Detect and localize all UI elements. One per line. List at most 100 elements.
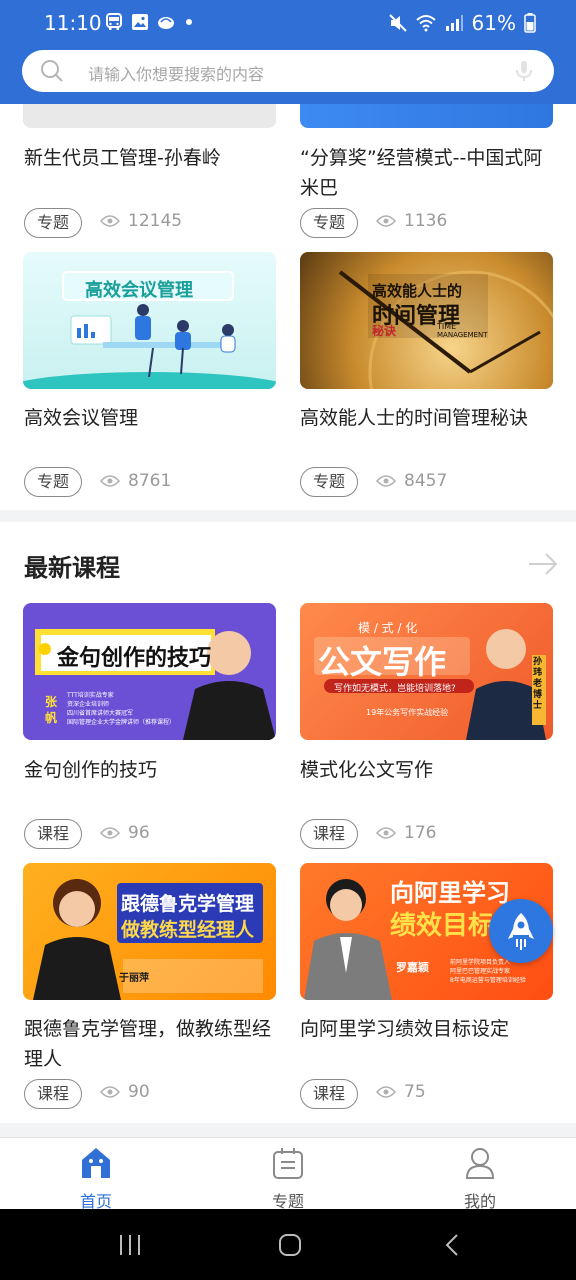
course-thumbnail-gongwen[interactable]: 模 / 式 / 化 公文写作 写作如无模式，岂能培训落地? 19年公务写作实战经…	[300, 603, 553, 740]
eye-icon	[376, 827, 396, 839]
thumbnail-line: 资深企业培训师	[67, 701, 110, 708]
view-count-value: 90	[128, 1082, 150, 1102]
bus-icon	[106, 13, 122, 30]
section-divider	[0, 1123, 576, 1137]
rocket-icon	[508, 913, 534, 950]
thumbnail-badge: 孙玮老博士	[533, 657, 543, 711]
course-thumbnail-jinju[interactable]: 金句创作的技巧 张 帆 TTT培训实战专家 资深企业培训师 四川省首席讲师大赛冠…	[23, 603, 276, 740]
card-thumbnail-meeting[interactable]: 高效会议管理	[23, 252, 276, 389]
thumbnail-caption-2: 公文写作	[318, 643, 447, 681]
thumbnail-caption-4: 19年公务写作实战经验	[366, 708, 449, 717]
view-count-value: 176	[404, 823, 437, 843]
search-icon	[41, 60, 63, 82]
thumbnail-name: 于丽萍	[119, 973, 149, 984]
view-count-value: 12145	[128, 211, 183, 231]
eye-icon	[376, 1086, 396, 1098]
nav-topic[interactable]: 专题	[192, 1138, 384, 1211]
back-to-top-button[interactable]	[489, 899, 553, 963]
view-count-value: 8761	[128, 471, 172, 491]
section-title-latest: 最新课程	[24, 554, 120, 582]
view-count-value: 75	[404, 1082, 426, 1102]
course-title[interactable]: 跟德鲁克学管理，做教练型经理人	[24, 1014, 277, 1074]
battery-percent: 61%	[471, 11, 516, 35]
card-thumbnail-time[interactable]: 高效能人士的 时间管理 秘诀 TIME MANAGEMENT	[300, 252, 553, 389]
mute-icon	[388, 14, 407, 32]
view-count: 1136	[376, 211, 447, 231]
tag-badge: 课程	[300, 1079, 359, 1109]
search-bar[interactable]: 请输入你想要搜索的内容	[22, 50, 554, 92]
tag-badge: 专题	[24, 467, 83, 497]
eye-icon	[100, 215, 120, 227]
eye-icon	[100, 475, 120, 487]
eye-icon	[100, 827, 120, 839]
thumbnail-caption-2: 做教练型经理人	[121, 919, 255, 941]
nav-home[interactable]: 首页	[0, 1138, 192, 1211]
eye-icon	[100, 1086, 120, 1098]
battery-icon	[524, 13, 536, 33]
arrow-right-icon[interactable]	[528, 552, 558, 576]
thumbnail-caption: 金句创作的技巧	[57, 646, 212, 671]
back-icon[interactable]	[442, 1233, 462, 1257]
course-title[interactable]: 模式化公文写作	[300, 755, 553, 785]
thumbnail-name-1: 张	[45, 695, 58, 709]
thumbnail-line: 阿里巴巴管理实战专家	[450, 968, 511, 975]
status-time: 11:10	[44, 11, 102, 35]
status-right: 61%	[388, 11, 536, 35]
view-count-value: 96	[128, 823, 150, 843]
view-count: 12145	[100, 211, 182, 231]
recent-apps-icon[interactable]	[118, 1233, 142, 1257]
tag-badge: 专题	[24, 208, 83, 238]
gallery-icon	[132, 14, 148, 30]
status-bar: 11:10 61%	[0, 0, 576, 46]
user-icon	[465, 1148, 495, 1179]
notification-icons	[104, 12, 192, 32]
eye-icon	[376, 475, 396, 487]
nav-mine[interactable]: 我的	[384, 1138, 576, 1211]
tag-badge: 课程	[24, 819, 83, 849]
view-count: 90	[100, 1082, 150, 1102]
thumbnail-caption-5: MANAGEMENT	[437, 331, 488, 339]
topic-icon	[273, 1148, 303, 1179]
view-count-value: 1136	[404, 211, 448, 231]
thumbnail-line: 前阿里学院项目负责人	[450, 959, 511, 966]
thumbnail-caption: 高效会议管理	[85, 280, 193, 301]
system-navigation-bar	[0, 1209, 576, 1280]
view-count: 8457	[376, 471, 447, 491]
view-count: 8761	[100, 471, 171, 491]
course-thumbnail-druck[interactable]: 跟德鲁克学管理 做教练型经理人 于丽萍	[23, 863, 276, 1000]
section-divider	[0, 510, 576, 522]
microphone-icon[interactable]	[514, 60, 534, 82]
thumbnail-line: 国际管理企业大学金牌讲师（推荐课程）	[67, 719, 176, 726]
home-button-icon[interactable]	[278, 1233, 302, 1257]
top-bar: 11:10 61% 请输入你想要搜索的内容	[0, 0, 576, 104]
signal-icon	[445, 15, 463, 31]
card-title[interactable]: 高效会议管理	[24, 403, 277, 433]
thumbnail-line: TTT培训实战专家	[67, 692, 114, 699]
course-title[interactable]: 金句创作的技巧	[24, 755, 277, 785]
home-icon	[82, 1148, 110, 1178]
tag-badge: 专题	[300, 467, 359, 497]
thumbnail-name: 罗嘉颖	[396, 961, 429, 974]
card-title[interactable]: “分算奖”经营模式--中国式阿米巴	[300, 143, 553, 203]
tag-badge: 专题	[300, 208, 359, 238]
tag-badge: 课程	[24, 1079, 83, 1109]
thumbnail-line: 四川省首席讲师大赛冠军	[67, 710, 134, 717]
meeting-illustration	[23, 271, 276, 389]
search-placeholder: 请输入你想要搜索的内容	[88, 65, 265, 84]
view-count-value: 8457	[404, 471, 448, 491]
card-title[interactable]: 高效能人士的时间管理秘诀	[300, 403, 553, 433]
thumbnail-name-2: 帆	[45, 711, 58, 725]
course-title[interactable]: 向阿里学习绩效目标设定	[300, 1014, 553, 1044]
view-count: 75	[376, 1082, 426, 1102]
thumbnail-caption-1: 模 / 式 / 化	[358, 621, 418, 635]
eye-icon	[376, 215, 396, 227]
wifi-icon	[415, 15, 436, 32]
thumbnail-caption-4: TIME	[437, 322, 457, 331]
tag-badge: 课程	[300, 819, 359, 849]
thumbnail-caption-3: 秘诀	[372, 324, 397, 338]
bottom-navigation: 首页 专题 我的	[0, 1137, 576, 1211]
card-title[interactable]: 新生代员工管理-孙春岭	[24, 143, 277, 173]
view-count: 96	[100, 823, 150, 843]
thumbnail-line: 8年电商运营与管理培训经验	[450, 977, 526, 984]
thumbnail-caption-1: 向阿里学习	[390, 879, 510, 907]
